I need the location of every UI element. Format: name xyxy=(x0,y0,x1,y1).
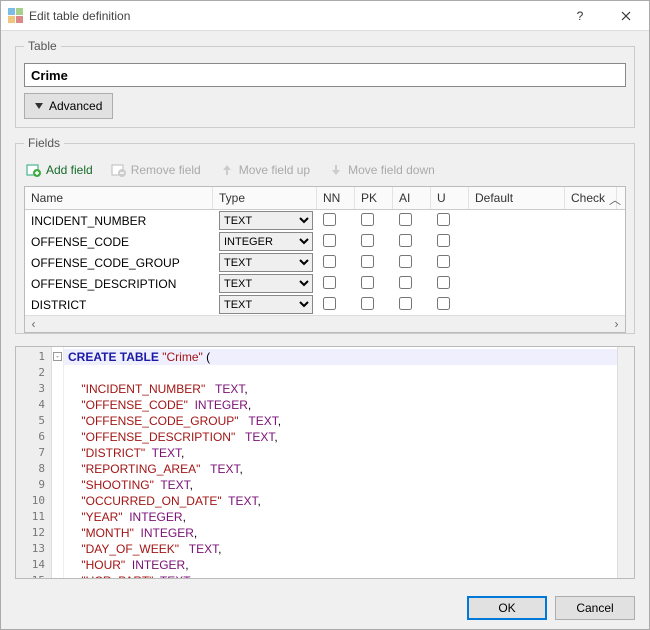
table-row[interactable]: DISTRICT TEXT xyxy=(25,294,625,315)
app-icon xyxy=(7,8,23,24)
u-checkbox[interactable] xyxy=(437,255,450,268)
move-down-label: Move field down xyxy=(348,163,435,177)
fields-legend: Fields xyxy=(24,136,64,150)
chevron-down-icon xyxy=(35,103,43,109)
sql-code[interactable]: CREATE TABLE "Crime" ( "INCIDENT_NUMBER"… xyxy=(64,347,617,578)
sql-editor[interactable]: 123456789101112131415 - CREATE TABLE "Cr… xyxy=(15,346,635,579)
table-row[interactable]: OFFENSE_DESCRIPTION TEXT xyxy=(25,273,625,294)
col-nn[interactable]: NN xyxy=(317,187,355,209)
col-u[interactable]: U xyxy=(431,187,469,209)
advanced-label: Advanced xyxy=(49,99,102,113)
content-area: Table Advanced Fields Add field Remove f… xyxy=(1,31,649,587)
close-icon xyxy=(621,11,631,21)
table-row[interactable]: OFFENSE_CODE INTEGER xyxy=(25,231,625,252)
u-checkbox[interactable] xyxy=(437,276,450,289)
scroll-right-icon[interactable]: › xyxy=(608,316,625,333)
advanced-button[interactable]: Advanced xyxy=(24,93,113,119)
move-up-button[interactable]: Move field up xyxy=(219,162,310,178)
pk-checkbox[interactable] xyxy=(361,213,374,226)
field-type-select[interactable]: INTEGER xyxy=(219,232,313,251)
move-up-label: Move field up xyxy=(239,163,310,177)
ai-checkbox[interactable] xyxy=(399,255,412,268)
horizontal-scrollbar[interactable]: ‹ › xyxy=(25,315,625,332)
field-name[interactable]: DISTRICT xyxy=(25,298,213,312)
scroll-left-icon[interactable]: ‹ xyxy=(25,316,42,333)
col-pk[interactable]: PK xyxy=(355,187,393,209)
col-type[interactable]: Type xyxy=(213,187,317,209)
window-title: Edit table definition xyxy=(29,9,557,23)
ok-button[interactable]: OK xyxy=(467,596,547,620)
remove-field-label: Remove field xyxy=(131,163,201,177)
line-gutter: 123456789101112131415 xyxy=(16,347,52,578)
grid-body[interactable]: INCIDENT_NUMBERTEXTOFFENSE_CODEINTEGEROF… xyxy=(25,210,625,315)
ai-checkbox[interactable] xyxy=(399,276,412,289)
dialog-window: Edit table definition ? Table Advanced F… xyxy=(0,0,650,630)
remove-field-button[interactable]: Remove field xyxy=(111,162,201,178)
ai-checkbox[interactable] xyxy=(399,234,412,247)
help-button[interactable]: ? xyxy=(557,1,603,31)
table-row[interactable]: OFFENSE_CODE_GROUP TEXT xyxy=(25,252,625,273)
add-field-label: Add field xyxy=(46,163,93,177)
fields-fieldset: Fields Add field Remove field Move field… xyxy=(15,136,635,334)
nn-checkbox[interactable] xyxy=(323,255,336,268)
scroll-up-icon[interactable]: ︿ xyxy=(609,191,621,208)
titlebar: Edit table definition ? xyxy=(1,1,649,31)
add-field-button[interactable]: Add field xyxy=(26,162,93,178)
fields-grid: ︿ Name Type NN PK AI U Default Check INC… xyxy=(24,186,626,333)
pk-checkbox[interactable] xyxy=(361,255,374,268)
col-name[interactable]: Name xyxy=(25,187,213,209)
nn-checkbox[interactable] xyxy=(323,234,336,247)
pk-checkbox[interactable] xyxy=(361,297,374,310)
u-checkbox[interactable] xyxy=(437,297,450,310)
fold-column: - xyxy=(52,347,64,578)
table-legend: Table xyxy=(24,39,61,53)
dialog-footer: OK Cancel xyxy=(1,587,649,629)
field-name[interactable]: OFFENSE_CODE_GROUP xyxy=(25,256,213,270)
vertical-scrollbar[interactable] xyxy=(617,347,634,578)
pk-checkbox[interactable] xyxy=(361,276,374,289)
cancel-button[interactable]: Cancel xyxy=(555,596,635,620)
move-down-button[interactable]: Move field down xyxy=(328,162,435,178)
ai-checkbox[interactable] xyxy=(399,297,412,310)
arrow-up-icon xyxy=(219,162,235,178)
pk-checkbox[interactable] xyxy=(361,234,374,247)
fold-icon[interactable]: - xyxy=(53,352,62,361)
add-icon xyxy=(26,162,42,178)
table-row[interactable]: INCIDENT_NUMBER TEXT xyxy=(25,210,625,231)
field-name[interactable]: OFFENSE_DESCRIPTION xyxy=(25,277,213,291)
nn-checkbox[interactable] xyxy=(323,213,336,226)
field-name[interactable]: INCIDENT_NUMBER xyxy=(25,214,213,228)
nn-checkbox[interactable] xyxy=(323,276,336,289)
col-default[interactable]: Default xyxy=(469,187,565,209)
field-type-select[interactable]: TEXT xyxy=(219,295,313,314)
close-button[interactable] xyxy=(603,1,649,31)
remove-icon xyxy=(111,162,127,178)
field-type-select[interactable]: TEXT xyxy=(219,274,313,293)
field-type-select[interactable]: TEXT xyxy=(219,253,313,272)
field-type-select[interactable]: TEXT xyxy=(219,211,313,230)
table-fieldset: Table Advanced xyxy=(15,39,635,128)
fields-toolbar: Add field Remove field Move field up Mov… xyxy=(24,160,626,186)
table-name-input[interactable] xyxy=(24,63,626,87)
u-checkbox[interactable] xyxy=(437,213,450,226)
arrow-down-icon xyxy=(328,162,344,178)
nn-checkbox[interactable] xyxy=(323,297,336,310)
grid-header: Name Type NN PK AI U Default Check xyxy=(25,187,625,210)
u-checkbox[interactable] xyxy=(437,234,450,247)
ai-checkbox[interactable] xyxy=(399,213,412,226)
field-name[interactable]: OFFENSE_CODE xyxy=(25,235,213,249)
col-ai[interactable]: AI xyxy=(393,187,431,209)
